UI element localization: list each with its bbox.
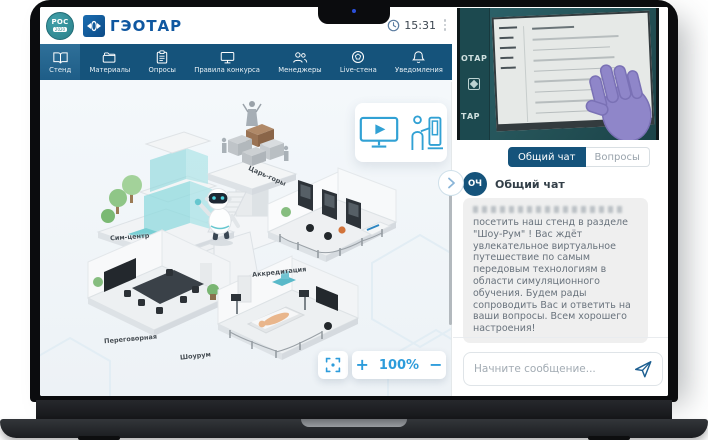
- fullscreen-icon: [325, 357, 341, 373]
- laptop-foot-right: [588, 436, 630, 440]
- send-icon: [633, 359, 653, 379]
- geotar-logo-text: ГЭОТАР: [110, 17, 182, 35]
- app-header: РОС 2020 ГЭОТАР: [40, 7, 452, 44]
- chat-input-divider: [453, 337, 668, 338]
- zoom-out-button[interactable]: −: [429, 357, 442, 373]
- live-video-stream[interactable]: ОТАР ТАР: [457, 8, 659, 140]
- media-shortcuts-card[interactable]: [355, 103, 447, 162]
- tab-contest-rules[interactable]: Правила конкурса: [185, 44, 269, 80]
- fullscreen-button[interactable]: [318, 351, 348, 379]
- tab-stand[interactable]: Стенд: [40, 44, 80, 80]
- main-navigation: Стенд Материалы: [40, 44, 452, 80]
- message-input[interactable]: [474, 363, 632, 375]
- chat-tab-bar: Общий чат Вопросы: [508, 147, 650, 167]
- geotar-logo: ГЭОТАР: [83, 15, 182, 37]
- chat-message-bubble: посетить наш стенд в разделе "Шоу-Рум" !…: [463, 198, 648, 343]
- send-message-button[interactable]: [632, 358, 654, 380]
- side-panel: ОТАР ТАР: [453, 7, 668, 396]
- people-icon: [292, 51, 308, 64]
- message-input-container: [463, 352, 663, 386]
- chat-avatar: ОЧ: [463, 172, 487, 196]
- tab-label: Материалы: [89, 66, 130, 74]
- virtual-stand-map[interactable]: Царь-горы Сим-центр Аккредитация Перегов…: [40, 80, 452, 396]
- chat-title: Общий чат: [495, 178, 565, 191]
- badge-year: 2020: [53, 27, 67, 32]
- badge-text: РОС: [51, 19, 68, 26]
- zoom-control: + 100% −: [352, 351, 446, 379]
- book-icon: [53, 51, 68, 64]
- webcam-notch: [318, 0, 390, 24]
- tab-notifications[interactable]: Уведомления: [386, 44, 452, 80]
- clock-icon: [387, 19, 400, 32]
- tab-label: Live-стена: [340, 66, 377, 74]
- live-wall-icon: [351, 50, 365, 64]
- bell-icon: [412, 50, 425, 64]
- main-column: РОС 2020 ГЭОТАР: [40, 7, 452, 396]
- tab-live-wall[interactable]: Live-стена: [331, 44, 386, 80]
- time-value: 15:31: [404, 19, 436, 32]
- app-window: РОС 2020 ГЭОТАР: [40, 7, 668, 396]
- geotar-logo-icon: [83, 15, 105, 37]
- tab-label: Стенд: [49, 66, 71, 74]
- tab-questions[interactable]: Вопросы: [586, 147, 650, 167]
- ros-award-badge: РОС 2020: [46, 12, 74, 40]
- tab-label: Правила конкурса: [194, 66, 260, 74]
- presenter-hand: [564, 46, 659, 140]
- tab-label: Опросы: [149, 66, 176, 74]
- chevron-right-icon: [445, 176, 457, 190]
- wall-text-bottom: ТАР: [461, 112, 480, 121]
- tab-materials[interactable]: Материалы: [80, 44, 139, 80]
- clipboard-icon: [156, 50, 168, 64]
- tab-label: Уведомления: [395, 66, 443, 74]
- webcam-dot: [352, 9, 356, 13]
- video-monitor-icon: [359, 116, 399, 149]
- laptop-mockup: РОС 2020 ГЭОТАР: [0, 0, 708, 440]
- collapse-chat-button[interactable]: [438, 170, 464, 196]
- laptop-base-notch: [301, 419, 407, 427]
- tab-managers[interactable]: Менеджеры: [269, 44, 331, 80]
- tab-surveys[interactable]: Опросы: [139, 44, 185, 80]
- wall-logo-glyph: [468, 78, 480, 90]
- folders-icon: [102, 51, 117, 64]
- video-wall-banner: ОТАР ТАР: [460, 8, 490, 140]
- presenter-stand-icon: [409, 114, 443, 152]
- tab-label: Менеджеры: [278, 66, 321, 74]
- tab-general-chat[interactable]: Общий чат: [508, 147, 586, 167]
- laptop-foot-left: [78, 436, 120, 440]
- zoom-in-button[interactable]: +: [356, 357, 369, 373]
- clipped-message-line: [473, 206, 625, 213]
- wall-text-top: ОТАР: [461, 54, 487, 63]
- zoom-level: 100%: [379, 358, 419, 373]
- monitor-icon: [220, 51, 235, 64]
- chat-scrollbar[interactable]: [449, 178, 452, 325]
- laptop-hinge: [36, 400, 672, 421]
- more-menu-icon[interactable]: [441, 19, 449, 33]
- laptop-screen-bezel: РОС 2020 ГЭОТАР: [30, 0, 678, 402]
- session-time: 15:31: [387, 7, 436, 44]
- chat-message-text: посетить наш стенд в разделе "Шоу-Рум" !…: [473, 217, 631, 334]
